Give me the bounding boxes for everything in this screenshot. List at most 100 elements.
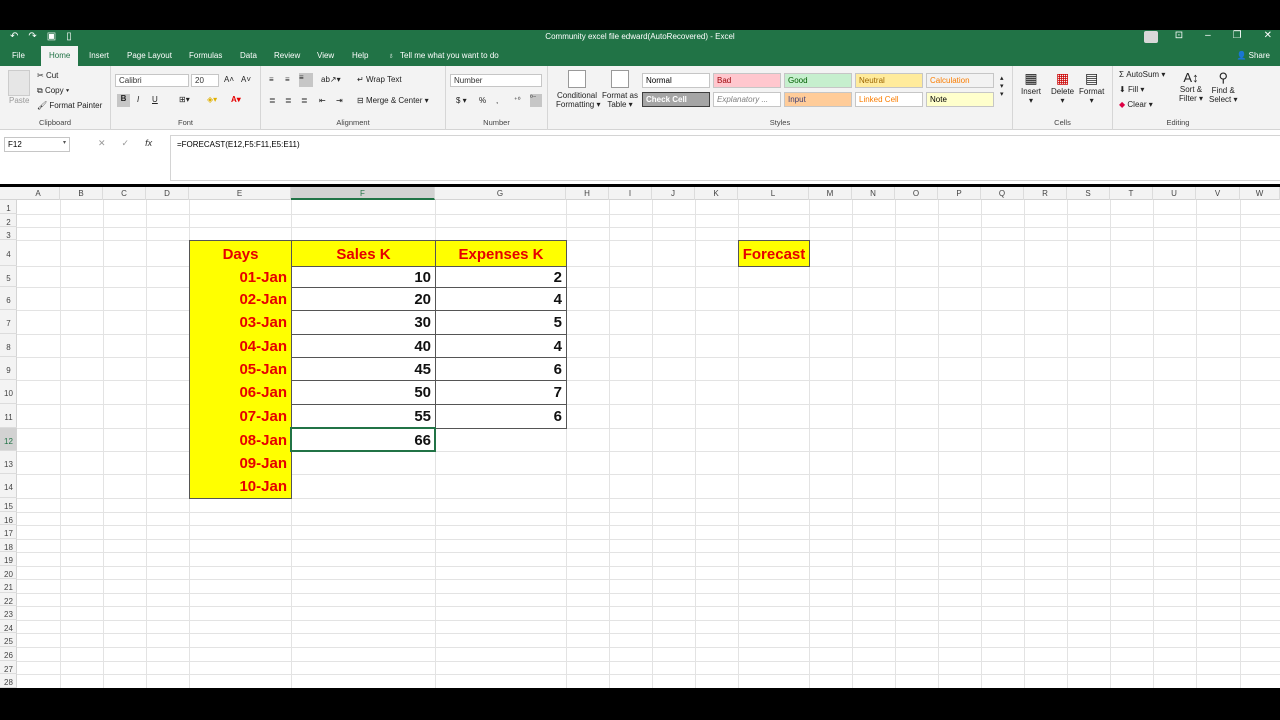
merge-center-button[interactable]: ⊟ Merge & Center ▾ bbox=[357, 96, 429, 105]
column-header[interactable]: I bbox=[609, 187, 652, 200]
font-shrink-icon[interactable]: A˅ bbox=[241, 75, 251, 84]
row-header[interactable]: 24 bbox=[0, 620, 17, 633]
copy-button[interactable]: ⧉ Copy ▾ bbox=[37, 86, 69, 96]
day-cell[interactable]: 05-Jan bbox=[189, 357, 292, 381]
sales-cell[interactable]: 20 bbox=[291, 287, 436, 311]
delete-cells-button[interactable]: ▦ Delete ▾ bbox=[1051, 70, 1074, 105]
row-header[interactable]: 4 bbox=[0, 240, 17, 266]
expense-cell[interactable]: 5 bbox=[435, 310, 567, 335]
row-header[interactable]: 19 bbox=[0, 552, 17, 566]
row-header[interactable]: 5 bbox=[0, 266, 17, 287]
day-cell[interactable]: 08-Jan bbox=[189, 428, 292, 452]
row-header[interactable]: 25 bbox=[0, 633, 17, 647]
formula-input[interactable]: =FORECAST(E12,F5:F11,E5:E11) bbox=[170, 135, 1280, 181]
column-header[interactable]: S bbox=[1067, 187, 1110, 200]
sales-cell[interactable]: 10 bbox=[291, 266, 436, 288]
column-header[interactable]: M bbox=[809, 187, 852, 200]
tell-me-box[interactable]: ♁ Tell me what you want to do bbox=[388, 46, 499, 66]
row-header[interactable]: 21 bbox=[0, 579, 17, 593]
forecast-label[interactable]: Forecast bbox=[738, 240, 810, 267]
comma-button[interactable]: , bbox=[496, 96, 498, 105]
day-cell[interactable]: 04-Jan bbox=[189, 334, 292, 358]
tab-file[interactable]: File bbox=[8, 46, 29, 66]
expense-cell[interactable]: 4 bbox=[435, 287, 567, 311]
column-header[interactable]: O bbox=[895, 187, 938, 200]
paste-button[interactable]: Paste bbox=[9, 96, 29, 105]
row-header[interactable]: 27 bbox=[0, 661, 17, 674]
align-bottom-icon[interactable]: ≡ bbox=[299, 73, 313, 87]
column-header[interactable]: C bbox=[103, 187, 146, 200]
fill-button[interactable]: ⬇ Fill ▾ bbox=[1119, 85, 1144, 94]
cell-style[interactable]: Explanatory ... bbox=[713, 92, 781, 107]
font-color-icon[interactable]: A▾ bbox=[231, 95, 241, 104]
minimize-icon[interactable]: – bbox=[1205, 30, 1211, 41]
row-header[interactable]: 14 bbox=[0, 474, 17, 498]
cell-style[interactable]: Neutral bbox=[855, 73, 923, 88]
row-header[interactable]: 18 bbox=[0, 539, 17, 552]
day-cell[interactable]: 06-Jan bbox=[189, 380, 292, 405]
column-header[interactable]: G bbox=[435, 187, 566, 200]
tab-page-layout[interactable]: Page Layout bbox=[123, 46, 176, 66]
tab-review[interactable]: Review bbox=[270, 46, 304, 66]
column-header[interactable]: B bbox=[60, 187, 103, 200]
row-header[interactable]: 11 bbox=[0, 404, 17, 428]
tab-help[interactable]: Help bbox=[348, 46, 372, 66]
insert-cells-button[interactable]: ▦ Insert ▾ bbox=[1021, 70, 1041, 105]
cell-style[interactable]: Normal bbox=[642, 73, 710, 88]
day-cell[interactable]: 02-Jan bbox=[189, 287, 292, 311]
align-center-icon[interactable]: ≣ bbox=[285, 96, 292, 105]
row-header[interactable]: 17 bbox=[0, 525, 17, 539]
column-header[interactable]: L bbox=[738, 187, 809, 200]
restore-icon[interactable]: ❐ bbox=[1233, 30, 1242, 41]
find-select-button[interactable]: ⚲ Find & Select ▾ bbox=[1209, 70, 1237, 104]
autosum-button[interactable]: Σ AutoSum ▾ bbox=[1119, 70, 1165, 79]
sales-cell[interactable]: 45 bbox=[291, 357, 436, 381]
sales-cell[interactable]: 40 bbox=[291, 334, 436, 358]
format-cells-button[interactable]: ▤ Format ▾ bbox=[1079, 70, 1104, 105]
row-header[interactable]: 8 bbox=[0, 334, 17, 357]
day-cell[interactable]: 10-Jan bbox=[189, 474, 292, 499]
orientation-icon[interactable]: ab↗▾ bbox=[321, 75, 341, 84]
expense-cell[interactable]: 7 bbox=[435, 380, 567, 405]
tab-insert[interactable]: Insert bbox=[85, 46, 113, 66]
underline-button[interactable]: U bbox=[152, 95, 158, 104]
cell-style[interactable]: Check Cell bbox=[642, 92, 710, 107]
column-header[interactable]: Q bbox=[981, 187, 1024, 200]
share-button[interactable]: 👤 Share bbox=[1236, 46, 1270, 66]
row-header[interactable]: 12 bbox=[0, 428, 17, 451]
column-header[interactable]: H bbox=[566, 187, 609, 200]
row-header[interactable]: 9 bbox=[0, 357, 17, 380]
row-header[interactable]: 10 bbox=[0, 380, 17, 404]
row-header[interactable]: 15 bbox=[0, 498, 17, 512]
ribbon-display-icon[interactable]: ⊡ bbox=[1175, 30, 1183, 41]
column-header[interactable]: E bbox=[189, 187, 291, 200]
insert-function-icon[interactable]: fx bbox=[145, 138, 152, 149]
cell-style[interactable]: Good bbox=[784, 73, 852, 88]
row-header[interactable]: 20 bbox=[0, 566, 17, 579]
row-header[interactable]: 26 bbox=[0, 647, 17, 661]
column-header[interactable]: J bbox=[652, 187, 695, 200]
row-header[interactable]: 22 bbox=[0, 593, 17, 606]
column-header[interactable]: T bbox=[1110, 187, 1153, 200]
conditional-formatting-button[interactable]: Conditional Formatting ▾ bbox=[556, 70, 600, 109]
align-right-icon[interactable]: ≣ bbox=[301, 96, 308, 105]
increase-decimal-icon[interactable]: ⁺⁰ bbox=[514, 96, 521, 104]
font-size-select[interactable]: 20 bbox=[191, 74, 219, 87]
font-name-select[interactable]: Calibri bbox=[115, 74, 189, 87]
sales-cell[interactable]: 30 bbox=[291, 310, 436, 335]
increase-indent-icon[interactable]: ⇥ bbox=[336, 96, 343, 105]
cell-style[interactable]: Calculation bbox=[926, 73, 994, 88]
gallery-scroll-icon[interactable]: ▴ ▾ ▾ bbox=[1000, 74, 1004, 98]
worksheet-grid[interactable]: ABCDEFGHIJKLMNOPQRSTUVW 1 2 3 4 5 6 7 8 9 10 11 12 1… bbox=[0, 187, 1280, 688]
row-header[interactable]: 13 bbox=[0, 451, 17, 474]
format-painter-button[interactable]: 🖌 Format Painter bbox=[37, 101, 102, 110]
expense-cell[interactable]: 6 bbox=[435, 357, 567, 381]
paste-icon[interactable] bbox=[8, 70, 30, 96]
name-box[interactable]: F12 bbox=[4, 137, 70, 152]
column-header[interactable]: A bbox=[17, 187, 60, 200]
close-icon[interactable]: ✕ bbox=[1264, 30, 1272, 41]
header-expenses[interactable]: Expenses K bbox=[435, 240, 567, 267]
align-left-icon[interactable]: ≣ bbox=[269, 96, 276, 105]
align-middle-icon[interactable]: ≡ bbox=[285, 75, 290, 84]
column-header[interactable]: D bbox=[146, 187, 189, 200]
